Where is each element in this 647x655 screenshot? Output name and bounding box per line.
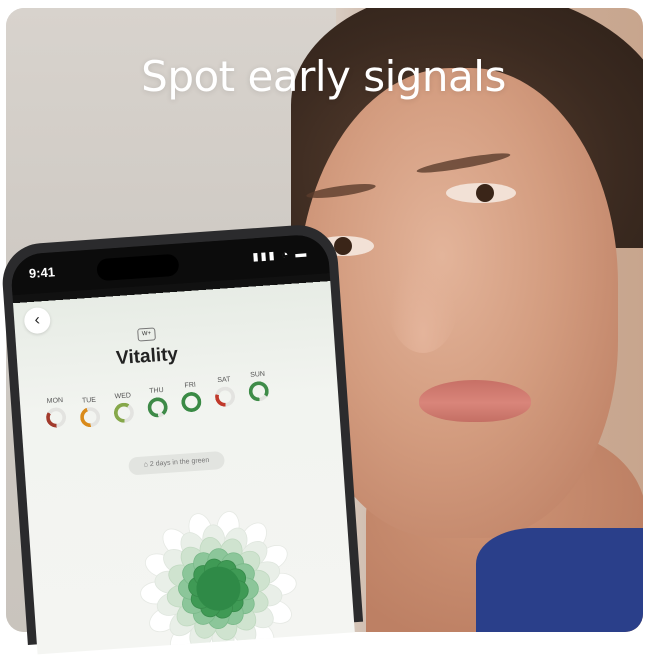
left-iris [334,237,352,255]
day-label: FRI [184,381,197,390]
day-sun[interactable]: SUN [242,370,274,402]
day-tue[interactable]: TUE [74,396,106,428]
day-ring [214,385,236,408]
right-iris [476,184,494,202]
day-ring [113,402,135,424]
day-label: MON [46,396,64,406]
nose [388,253,458,353]
day-label: SAT [217,376,231,385]
day-ring [146,396,169,419]
day-label: TUE [81,396,97,405]
streak-pill: ⌂ 2 days in the green [128,450,226,476]
phone-mockup: 9:41 ▮▮▮ ◔ ▬ ‹ W+ Vitality MON TUE WED T… [0,222,364,655]
status-bar: 9:41 ▮▮▮ ◔ ▬ [9,233,330,296]
headline: Spot early signals [141,52,506,101]
day-ring [180,391,203,413]
status-icons: ▮▮▮ ◔ ▬ [252,247,309,264]
metric-badge: W+ [137,327,156,342]
day-ring [248,380,270,402]
streak-text: 2 days in the green [149,456,210,469]
back-button[interactable]: ‹ [23,306,52,335]
vitality-flower [140,511,297,655]
day-label: THU [149,386,164,395]
day-mon[interactable]: MON [40,397,72,429]
day-ring [79,406,101,428]
day-sat[interactable]: SAT [209,376,241,408]
lips [419,380,531,422]
shirt [476,528,643,632]
day-label: WED [114,392,132,401]
status-time: 9:41 [28,264,56,282]
day-fri[interactable]: FRI [175,381,207,413]
day-thu[interactable]: THU [141,386,173,419]
day-label: SUN [249,370,266,379]
phone-screen: 9:41 ▮▮▮ ◔ ▬ ‹ W+ Vitality MON TUE WED T… [9,233,355,655]
day-ring [45,406,67,429]
dynamic-island [96,253,180,282]
weekday-rings: MON TUE WED THU FRI SAT SUN [40,371,274,459]
day-wed[interactable]: WED [108,392,140,424]
screen-title: Vitality [115,343,179,370]
